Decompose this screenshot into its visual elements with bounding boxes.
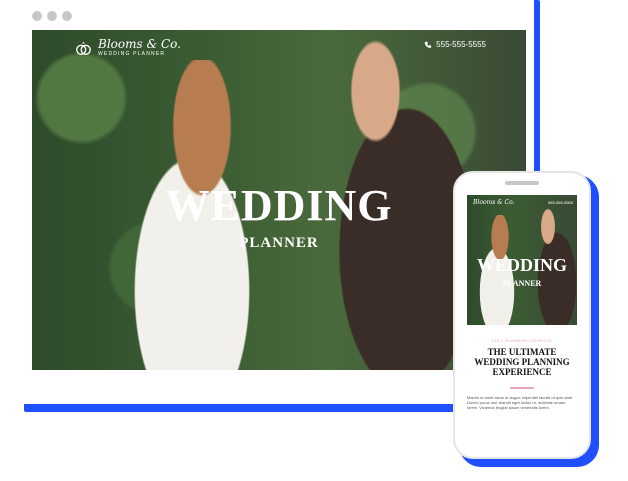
ring-icon: [76, 41, 91, 55]
mobile-device: Blooms & Co. 555-555-5555 WEDDING PLANNE…: [453, 171, 591, 459]
mobile-hero-image: Blooms & Co. 555-555-5555 WEDDING PLANNE…: [467, 195, 577, 325]
mobile-hero-title: WEDDING: [476, 255, 567, 275]
mobile-divider: [510, 387, 534, 389]
mobile-heading: THE ULTIMATE WEDDING PLANNING EXPERIENCE: [474, 347, 570, 377]
window-dot-icon[interactable]: [47, 11, 57, 21]
hero-image: Blooms & Co. WEDDING PLANNER 555-555-555…: [32, 30, 526, 370]
mobile-brand-name[interactable]: Blooms & Co.: [473, 199, 514, 206]
hero-subtitle: PLANNER: [239, 235, 319, 251]
window-dot-icon[interactable]: [32, 11, 42, 21]
phone-icon: [424, 41, 432, 48]
phone-speaker: [505, 181, 539, 185]
hero-title: WEDDING: [165, 181, 393, 230]
mobile-phone-number[interactable]: 555-555-5555: [548, 200, 573, 205]
mobile-kicker: FULL PLANNING SERVICE: [491, 338, 553, 343]
window-dot-icon[interactable]: [62, 11, 72, 21]
phone-link[interactable]: 555-555-5555: [424, 40, 486, 49]
brand-logo[interactable]: Blooms & Co. WEDDING PLANNER: [74, 38, 181, 57]
brand-subtitle: WEDDING PLANNER: [98, 51, 166, 57]
mobile-body-text: Mauris ut amet lacus et augue imperdiet …: [467, 395, 574, 411]
window-controls: [32, 11, 72, 21]
mobile-hero-subtitle: PLANNER: [502, 279, 542, 288]
phone-number: 555-555-5555: [436, 40, 486, 49]
brand-name: Blooms & Co.: [98, 37, 181, 51]
